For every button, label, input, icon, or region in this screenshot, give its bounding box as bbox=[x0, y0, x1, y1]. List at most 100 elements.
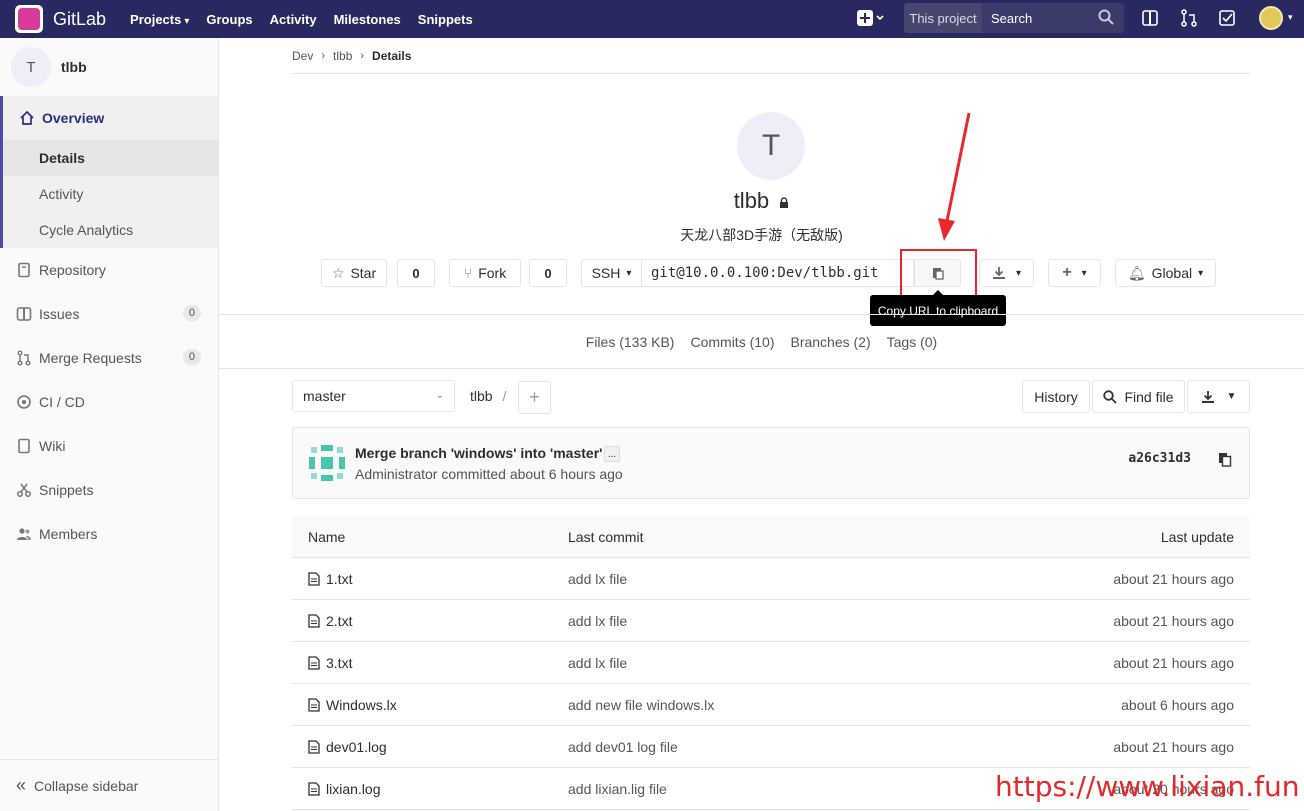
commit-expand-button[interactable]: ... bbox=[604, 446, 620, 462]
find-file-button[interactable]: Find file bbox=[1092, 380, 1185, 413]
file-icon bbox=[308, 739, 320, 754]
overview-group: Overview Details Activity Cycle Analytic… bbox=[0, 96, 218, 248]
last-commit: Merge branch 'windows' into 'master' ...… bbox=[292, 427, 1250, 499]
file-link[interactable]: Windows.lx bbox=[308, 697, 397, 713]
sidebar-item-snippets[interactable]: Snippets bbox=[0, 468, 218, 512]
sidebar-item-ci-cd[interactable]: CI / CD bbox=[0, 380, 218, 424]
nav-groups[interactable]: Groups bbox=[206, 12, 252, 27]
download-icon bbox=[1201, 390, 1214, 403]
branches-stat[interactable]: Branches (2) bbox=[790, 334, 870, 350]
breadcrumb: Dev › tlbb › Details bbox=[292, 38, 1250, 74]
table-row: 3.txt add lx file about 21 hours ago bbox=[292, 642, 1250, 684]
breadcrumb-tlbb[interactable]: tlbb bbox=[333, 49, 352, 63]
clone-url-input[interactable]: git@10.0.0.100:Dev/tlbb.git bbox=[641, 259, 914, 287]
user-avatar[interactable] bbox=[1259, 6, 1283, 30]
nav-snippets[interactable]: Snippets bbox=[418, 12, 473, 27]
new-dropdown[interactable] bbox=[856, 8, 886, 33]
breadcrumb-details[interactable]: Details bbox=[372, 49, 411, 63]
sidebar-item-overview[interactable]: Overview bbox=[3, 96, 218, 140]
file-last-commit[interactable]: add dev01 log file bbox=[568, 739, 678, 755]
fork-button[interactable]: ⑂ Fork bbox=[449, 259, 521, 287]
file-link[interactable]: lixian.log bbox=[308, 781, 380, 797]
file-name: 2.txt bbox=[326, 612, 353, 629]
notification-dropdown[interactable]: 🔔︎ Global ▾ bbox=[1115, 259, 1216, 287]
file-last-update: about 21 hours ago bbox=[1113, 654, 1234, 671]
file-last-update: about 21 hours ago bbox=[1113, 612, 1234, 629]
sidebar-item-issues[interactable]: Issues 0 bbox=[0, 292, 218, 336]
fork-count[interactable]: 0 bbox=[529, 259, 567, 287]
chevron-down-icon: ▾ bbox=[1015, 267, 1022, 279]
scissors-icon bbox=[16, 482, 32, 498]
file-link[interactable]: 3.txt bbox=[308, 655, 352, 671]
search-icon bbox=[1103, 389, 1118, 404]
sidebar-project[interactable]: T tlbb bbox=[0, 38, 218, 96]
file-last-update: about 21 hours ago bbox=[1113, 570, 1234, 587]
commit-meta: Administrator committed about 6 hours ag… bbox=[355, 466, 623, 482]
sidebar-item-label: Snippets bbox=[39, 482, 94, 498]
search-scope[interactable]: This project bbox=[904, 3, 982, 33]
nav-milestones[interactable]: Milestones bbox=[334, 12, 401, 27]
file-icon bbox=[308, 781, 320, 796]
sidebar-item-merge-requests[interactable]: Merge Requests 0 bbox=[0, 336, 218, 380]
file-link[interactable]: 1.txt bbox=[308, 571, 352, 587]
star-icon: ☆ bbox=[331, 264, 345, 281]
file-link[interactable]: 2.txt bbox=[308, 613, 352, 629]
nav-projects[interactable]: Projects ▾ bbox=[130, 12, 189, 27]
star-count[interactable]: 0 bbox=[397, 259, 435, 287]
nav-activity[interactable]: Activity bbox=[270, 12, 317, 27]
star-button[interactable]: ☆ Star bbox=[321, 259, 387, 287]
notification-label: Global bbox=[1151, 265, 1193, 281]
gitlab-logo[interactable]: GitLab bbox=[15, 5, 106, 33]
file-last-commit[interactable]: add lx file bbox=[568, 613, 627, 629]
file-last-commit[interactable]: add lixian.lig file bbox=[568, 781, 667, 797]
chevron-down-icon[interactable]: ▾ bbox=[1288, 12, 1293, 23]
main-content: Dev › tlbb › Details T tlbb 天龙八部3D手游（无敌版… bbox=[219, 38, 1304, 811]
file-last-update: about 6 hours ago bbox=[1121, 696, 1234, 713]
file-table: Name Last commit Last update 1.txt add l… bbox=[292, 516, 1250, 810]
add-file-button[interactable]: + bbox=[518, 381, 551, 414]
repo-path-root[interactable]: tlbb bbox=[470, 388, 493, 404]
commit-author-avatar bbox=[309, 445, 345, 481]
sidebar-item-activity[interactable]: Activity bbox=[3, 176, 218, 212]
merge-request-icon[interactable] bbox=[1180, 9, 1198, 27]
sidebar-item-wiki[interactable]: Wiki bbox=[0, 424, 218, 468]
star-label: Star bbox=[350, 265, 377, 281]
issues-icon[interactable] bbox=[1141, 9, 1159, 27]
col-last-update: Last update bbox=[1160, 528, 1234, 545]
file-last-commit[interactable]: add lx file bbox=[568, 655, 627, 671]
sidebar-project-name: tlbb bbox=[61, 59, 87, 75]
collapse-sidebar-label: Collapse sidebar bbox=[34, 777, 139, 794]
search-input[interactable]: Search bbox=[982, 3, 1124, 33]
download-dropdown[interactable]: ▾ bbox=[979, 259, 1034, 287]
sidebar-item-repository[interactable]: Repository bbox=[0, 248, 218, 292]
file-last-commit[interactable]: add new file windows.lx bbox=[568, 697, 714, 713]
file-name: dev01.log bbox=[326, 738, 387, 755]
book-icon bbox=[16, 438, 32, 454]
sidebar-item-members[interactable]: Members bbox=[0, 512, 218, 556]
repo-download-dropdown[interactable]: ▼ bbox=[1187, 380, 1250, 413]
chevron-down-icon: ⌄ bbox=[435, 390, 444, 401]
chevron-down-icon: ▾ bbox=[626, 267, 632, 279]
files-stat[interactable]: Files (133 KB) bbox=[586, 334, 675, 350]
commit-sha[interactable]: a26c31d3 bbox=[1128, 451, 1191, 466]
tags-stat[interactable]: Tags (0) bbox=[887, 334, 938, 350]
add-dropdown[interactable]: + ▾ bbox=[1048, 259, 1101, 287]
sidebar-item-label: Members bbox=[39, 526, 98, 542]
history-button[interactable]: History bbox=[1022, 380, 1090, 413]
file-link[interactable]: dev01.log bbox=[308, 739, 387, 755]
protocol-dropdown[interactable]: SSH ▾ bbox=[581, 259, 642, 287]
project-description: 天龙八部3D手游（无敌版) bbox=[680, 227, 843, 243]
bell-icon: 🔔︎ bbox=[1127, 264, 1146, 281]
breadcrumb-dev[interactable]: Dev bbox=[292, 49, 313, 63]
sidebar-item-details[interactable]: Details bbox=[3, 140, 218, 176]
commits-stat[interactable]: Commits (10) bbox=[690, 334, 774, 350]
commit-title[interactable]: Merge branch 'windows' into 'master' bbox=[355, 445, 602, 461]
file-last-commit[interactable]: add lx file bbox=[568, 571, 627, 587]
sidebar-item-cycle-analytics[interactable]: Cycle Analytics bbox=[3, 212, 218, 248]
download-icon bbox=[992, 267, 1005, 279]
clipboard-icon[interactable] bbox=[1218, 452, 1232, 467]
todos-icon[interactable] bbox=[1218, 9, 1236, 27]
collapse-sidebar-button[interactable]: « Collapse sidebar bbox=[0, 759, 218, 811]
merge-request-icon bbox=[16, 350, 32, 366]
branch-select[interactable]: master ⌄ bbox=[292, 380, 455, 412]
